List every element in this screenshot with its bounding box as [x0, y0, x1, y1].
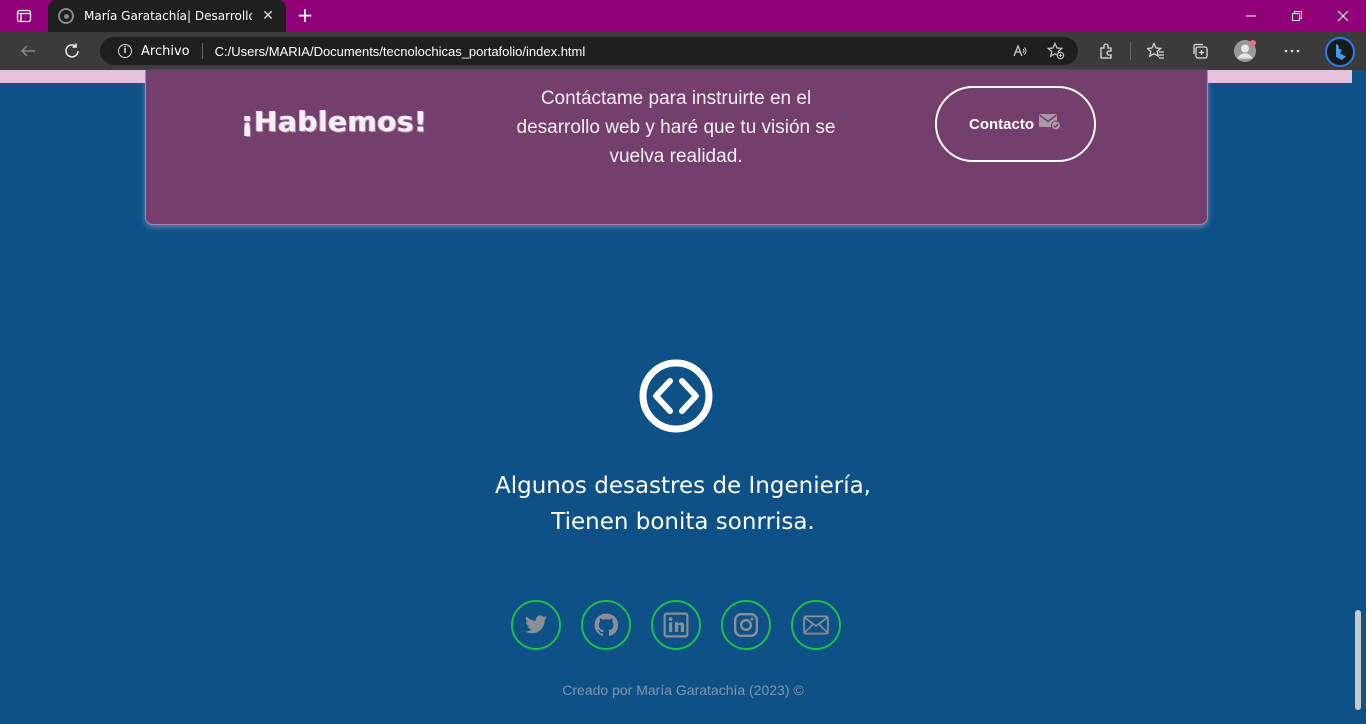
contact-button[interactable]: Contacto — [935, 86, 1096, 162]
extensions-icon[interactable] — [1095, 39, 1119, 63]
tab-title: María Garatachía| Desarrollo Web — [84, 9, 252, 23]
read-aloud-icon[interactable] — [1009, 37, 1031, 65]
github-icon[interactable] — [581, 600, 631, 650]
tagline-line-2: Tienen bonita sonrrisa. — [551, 509, 815, 535]
email-icon[interactable] — [791, 600, 841, 650]
browser-tab[interactable]: María Garatachía| Desarrollo Web ✕ — [48, 0, 286, 32]
contact-button-label: Contacto — [969, 115, 1034, 133]
twitter-icon[interactable] — [511, 600, 561, 650]
scrollbar-thumb[interactable] — [1355, 610, 1361, 710]
more-icon[interactable] — [1280, 39, 1304, 63]
code-logo-icon — [638, 358, 714, 434]
address-bar[interactable]: i Archivo C:/Users/MARIA/Documents/tecno… — [100, 37, 1078, 65]
close-icon[interactable] — [1320, 0, 1366, 32]
browser-titlebar: María Garatachía| Desarrollo Web ✕ + — [0, 0, 1366, 32]
instagram-icon[interactable] — [721, 600, 771, 650]
address-divider — [201, 43, 203, 59]
tagline-line-1: Algunos desastres de Ingeniería, — [494, 473, 871, 499]
restore-icon[interactable] — [1274, 0, 1320, 32]
linkedin-icon[interactable] — [651, 600, 701, 650]
address-scheme: Archivo — [141, 43, 190, 59]
tab-close-icon[interactable]: ✕ — [260, 8, 276, 24]
refresh-icon[interactable] — [60, 39, 84, 63]
add-favorite-icon[interactable] — [1045, 37, 1067, 65]
cta-description: Contáctame para instruirte en el desarro… — [516, 88, 836, 167]
site-info-icon[interactable]: i — [118, 44, 132, 58]
tab-favicon-icon — [58, 8, 74, 24]
profile-icon[interactable] — [1233, 39, 1257, 63]
footer-tagline: Algunos desastres de Ingeniería, Tienen … — [383, 468, 983, 540]
footer-credits: Creado por María Garatachía (2023) © — [562, 682, 804, 698]
mail-check-icon — [1038, 113, 1062, 135]
new-tab-button[interactable]: + — [292, 4, 318, 28]
minimize-icon[interactable] — [1228, 0, 1274, 32]
bing-icon[interactable] — [1325, 37, 1355, 67]
cta-title: ¡Hablemos! — [241, 105, 428, 138]
address-url[interactable]: C:/Users/MARIA/Documents/tecnolochicas_p… — [215, 44, 586, 59]
toolbar-divider — [1130, 42, 1131, 60]
collections-icon[interactable] — [1188, 39, 1212, 63]
tab-actions-icon[interactable] — [8, 4, 40, 28]
back-icon[interactable] — [16, 39, 40, 63]
favorites-icon[interactable] — [1144, 39, 1168, 63]
